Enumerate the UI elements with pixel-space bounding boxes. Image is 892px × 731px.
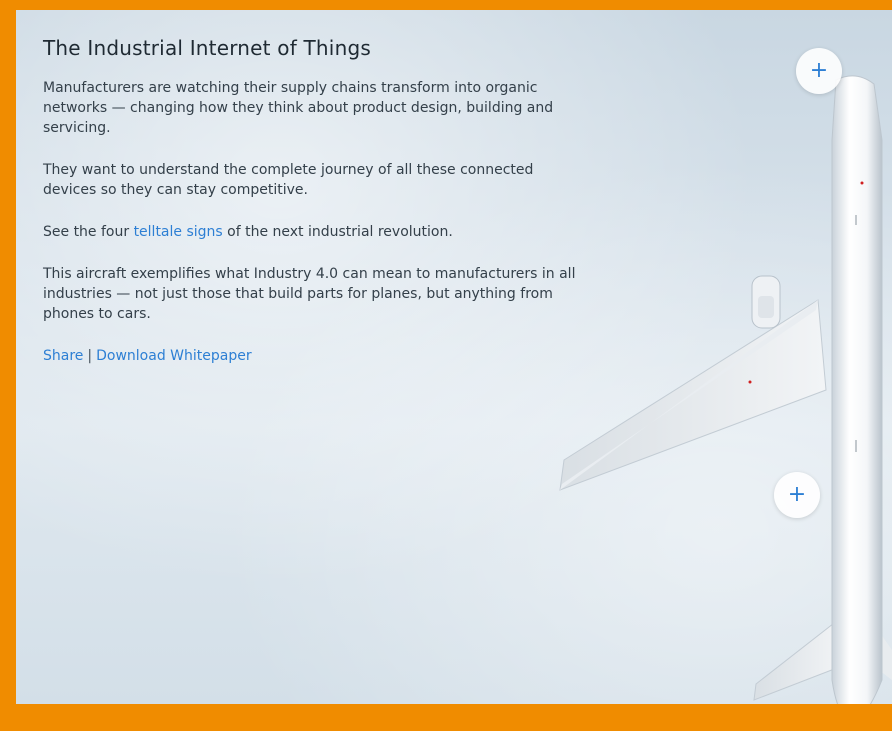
download-whitepaper-link[interactable]: Download Whitepaper [96,348,251,364]
action-links: Share | Download Whitepaper [43,346,583,366]
bottom-frame [16,704,892,731]
aircraft-paragraph: This aircraft exemplifies what Industry … [43,266,576,322]
signs-prefix: See the four [43,224,134,240]
article-content: The Industrial Internet of Things Manufa… [43,36,583,366]
page-title: The Industrial Internet of Things [43,36,371,60]
hotspot-button-wing[interactable]: + [774,472,820,518]
journey-paragraph: They want to understand the complete jou… [43,162,534,198]
link-separator: | [87,348,93,364]
hotspot-button-nose[interactable]: + [796,48,842,94]
hero-panel: The Industrial Internet of Things Manufa… [16,10,892,704]
telltale-signs-link[interactable]: telltale signs [134,224,223,240]
plus-icon: + [787,482,807,507]
plus-icon: + [809,58,829,83]
airplane-image [559,75,892,704]
intro-paragraph: Manufacturers are watching their supply … [43,80,554,136]
signs-suffix: of the next industrial revolution. [222,224,453,240]
signs-paragraph: See the four telltale signs of the next … [43,222,583,242]
share-link[interactable]: Share [43,348,83,364]
